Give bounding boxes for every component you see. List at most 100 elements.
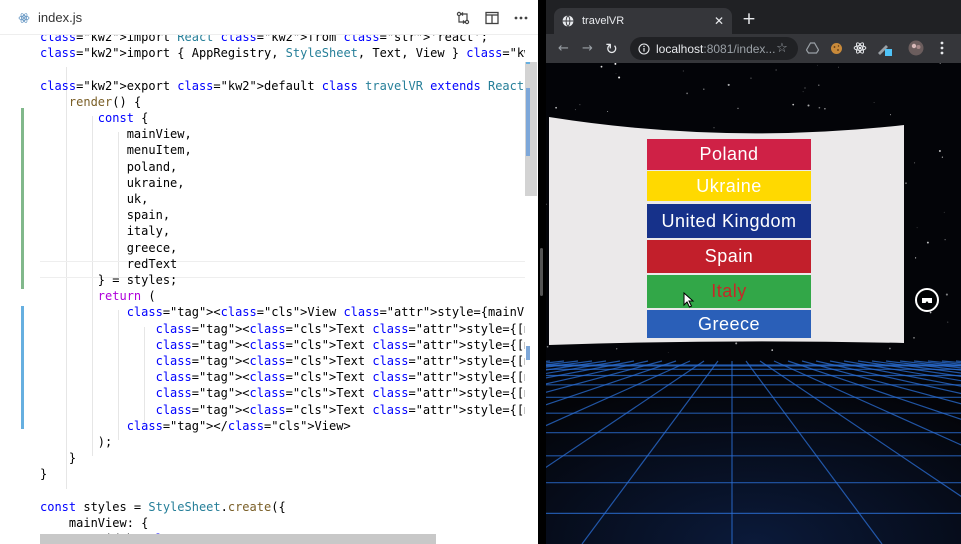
star bbox=[914, 162, 916, 164]
star bbox=[614, 63, 617, 65]
menu-icon[interactable] bbox=[934, 40, 950, 56]
reload-icon[interactable]: ↻ bbox=[602, 39, 621, 58]
new-tab-button[interactable]: + bbox=[739, 9, 759, 29]
info-icon[interactable] bbox=[638, 42, 650, 55]
git-compare-icon bbox=[456, 11, 469, 24]
split-editor-icon bbox=[484, 11, 499, 24]
star bbox=[792, 103, 795, 106]
star bbox=[838, 66, 839, 68]
code-line[interactable]: spain, bbox=[40, 207, 170, 223]
code-line[interactable]: class="kw2">export class="kw2">default c… bbox=[40, 78, 538, 94]
menu-item-italy[interactable]: Italy bbox=[647, 275, 811, 308]
code-line[interactable]: greece, bbox=[40, 240, 178, 256]
star bbox=[873, 102, 875, 104]
code-line[interactable]: ukraine, bbox=[40, 175, 185, 191]
star bbox=[941, 156, 944, 158]
star bbox=[905, 182, 907, 184]
code-line[interactable]: uk, bbox=[40, 191, 149, 207]
close-tab-icon[interactable]: ✕ bbox=[714, 14, 724, 28]
star bbox=[926, 241, 929, 244]
star bbox=[804, 87, 806, 89]
menu-item-spain[interactable]: Spain bbox=[647, 240, 811, 273]
star bbox=[802, 91, 804, 93]
code-line[interactable]: class="kw2">import { AppRegistry, StyleS… bbox=[40, 45, 538, 61]
star bbox=[945, 293, 948, 296]
star bbox=[916, 227, 918, 229]
enter-vr-button[interactable] bbox=[915, 288, 939, 312]
code-line[interactable]: class="tag"><class="cls">Text class="att… bbox=[40, 369, 538, 385]
code-line[interactable]: italy, bbox=[40, 223, 170, 239]
star bbox=[682, 70, 684, 72]
star bbox=[600, 65, 603, 68]
code-line[interactable]: class="tag"><class="cls">View class="att… bbox=[40, 304, 538, 320]
menu-item-ukraine[interactable]: Ukraine bbox=[647, 171, 811, 201]
star bbox=[947, 321, 949, 323]
code-line[interactable]: class="tag"><class="cls">Text class="att… bbox=[40, 321, 538, 337]
country-menu: Poland Ukraine United Kingdom Spain Italy Gre… bbox=[647, 139, 811, 337]
browser-tab-travelvr[interactable]: travelVR ✕ bbox=[554, 8, 732, 34]
star bbox=[667, 352, 669, 353]
code-area[interactable]: class="kw2">import React class="kw2">fro… bbox=[0, 35, 538, 544]
code-line[interactable]: return ( bbox=[40, 288, 156, 304]
code-line[interactable]: class="tag"><class="cls">Text class="att… bbox=[40, 385, 538, 401]
star bbox=[546, 345, 549, 348]
star bbox=[913, 337, 915, 339]
star bbox=[771, 349, 774, 351]
code-line[interactable]: ); bbox=[40, 434, 112, 450]
browser-window: travelVR ✕ + ← → ↻ localhost:8081/index.… bbox=[546, 0, 961, 544]
code-line[interactable]: const styles = StyleSheet.create({ bbox=[40, 499, 286, 515]
code-line[interactable]: } bbox=[40, 466, 47, 482]
star bbox=[775, 69, 777, 71]
code-line[interactable]: } = styles; bbox=[40, 272, 177, 288]
code-line[interactable]: class="tag"><class="cls">Text class="att… bbox=[40, 337, 538, 353]
star bbox=[929, 311, 932, 314]
drive-icon[interactable] bbox=[804, 40, 820, 56]
open-changes-button[interactable] bbox=[453, 8, 472, 27]
star bbox=[616, 348, 618, 350]
address-bar[interactable]: localhost:8081/index... bbox=[630, 37, 798, 60]
star bbox=[824, 108, 826, 110]
star bbox=[939, 63, 941, 65]
cookie-icon[interactable] bbox=[828, 40, 844, 56]
star bbox=[750, 77, 752, 79]
code-line[interactable]: mainView, bbox=[40, 126, 192, 142]
vr-viewport[interactable]: Poland Ukraine United Kingdom Spain Italy Gre… bbox=[546, 63, 961, 544]
code-line[interactable]: class="tag"><class="cls">Text class="att… bbox=[40, 402, 538, 418]
code-line[interactable]: poland, bbox=[40, 159, 178, 175]
split-editor-button[interactable] bbox=[482, 8, 501, 27]
code-editor: index.js class="kw2">import React class=… bbox=[0, 0, 538, 544]
star bbox=[943, 211, 945, 213]
star bbox=[607, 110, 609, 113]
code-line[interactable]: mainView: { bbox=[40, 515, 148, 531]
browser-toolbar: ← → ↻ localhost:8081/index... ☆ bbox=[546, 34, 961, 63]
mouse-cursor-icon bbox=[683, 292, 695, 308]
star-icon[interactable]: ☆ bbox=[774, 40, 790, 56]
code-line[interactable]: class="tag"><class="cls">Text class="att… bbox=[40, 353, 538, 369]
more-actions-button[interactable] bbox=[511, 8, 530, 27]
star bbox=[818, 106, 821, 109]
overview-ruler-mark bbox=[526, 122, 530, 156]
forward-arrow-icon[interactable]: → bbox=[578, 39, 597, 58]
star bbox=[686, 92, 688, 95]
overview-ruler-mark bbox=[526, 346, 530, 360]
star bbox=[735, 342, 738, 345]
react-devtools-icon[interactable] bbox=[852, 40, 868, 56]
star bbox=[818, 84, 820, 86]
editor-tab-index-js[interactable]: index.js bbox=[0, 0, 98, 35]
pane-splitter-handle[interactable] bbox=[540, 248, 543, 296]
menu-item-greece[interactable]: Greece bbox=[647, 310, 811, 338]
overview-ruler-mark bbox=[526, 62, 530, 64]
menu-item-poland[interactable]: Poland bbox=[647, 139, 811, 170]
code-line[interactable]: menuItem, bbox=[40, 142, 192, 158]
pen-icon[interactable] bbox=[876, 40, 892, 56]
code-line[interactable]: class="tag"></class="cls">View> bbox=[40, 418, 351, 434]
back-arrow-icon[interactable]: ← bbox=[554, 39, 573, 58]
code-line[interactable]: } bbox=[40, 450, 76, 466]
profile-icon[interactable] bbox=[908, 40, 924, 56]
star bbox=[615, 73, 617, 75]
code-line[interactable]: redText bbox=[40, 256, 178, 272]
code-line[interactable]: const { bbox=[40, 110, 149, 126]
menu-item-united-kingdom[interactable]: United Kingdom bbox=[647, 204, 811, 238]
code-line[interactable]: render() { bbox=[40, 94, 141, 110]
code-line[interactable]: class="kw2">import React class="kw2">fro… bbox=[40, 35, 488, 45]
